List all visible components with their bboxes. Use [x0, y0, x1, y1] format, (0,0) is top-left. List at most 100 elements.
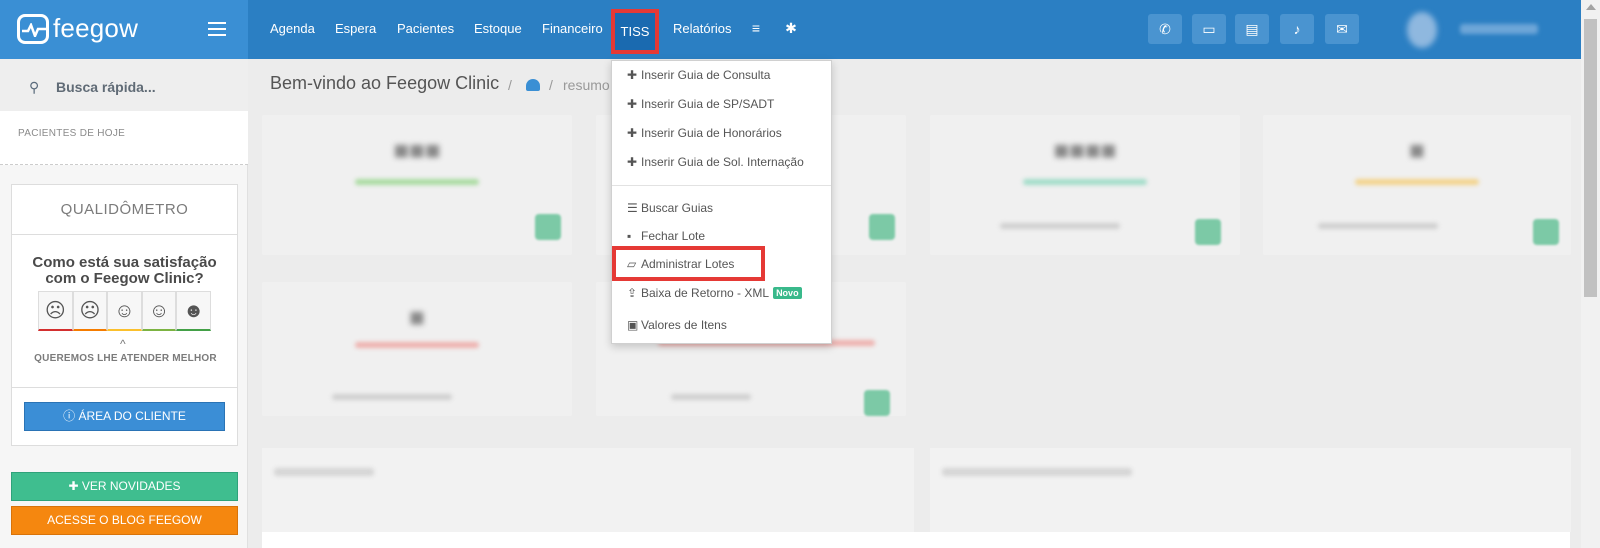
menu-item-inserir-internacao[interactable]: ✚ Inserir Guia de Sol. Internação	[627, 155, 804, 169]
bell-icon[interactable]: ♪	[1280, 14, 1314, 44]
nav-tiss-label: TISS	[620, 24, 650, 39]
menu-item-inserir-consulta[interactable]: ✚ Inserir Guia de Consulta	[627, 68, 770, 82]
quick-search[interactable]: ⚲ Busca rápida...	[0, 59, 248, 111]
nav-agenda[interactable]: Agenda	[270, 21, 315, 36]
face-sad-icon[interactable]: ☹	[72, 291, 108, 331]
stat-label-blurred	[1023, 179, 1147, 185]
stat-label-blurred	[1355, 179, 1479, 185]
panel-title-blurred	[274, 468, 374, 476]
upload-icon: ⇪	[627, 286, 638, 300]
gear-icon[interactable]: ✱	[783, 20, 799, 36]
satisfaction-question: Como está sua satisfação com o Feegow Cl…	[32, 254, 217, 287]
chat-icon[interactable]: ✉	[1325, 14, 1359, 44]
nav-financeiro[interactable]: Financeiro	[542, 21, 603, 36]
phone-icon[interactable]: ✆	[1148, 14, 1182, 44]
database-icon[interactable]: ≡	[748, 20, 764, 36]
menu-item-label: Baixa de Retorno - XML	[641, 286, 770, 300]
news-button-label: VER NOVIDADES	[81, 479, 181, 493]
scrollbar-thumb[interactable]	[1584, 19, 1597, 297]
satisfaction-faces: ☹ ☹ ☺ ☺ ☻	[38, 291, 211, 331]
search-input[interactable]: Busca rápida...	[56, 79, 156, 95]
plus-icon: ✚	[627, 155, 638, 169]
menu-item-fechar-lote[interactable]: ▪ Fechar Lote	[627, 229, 705, 243]
card-icon[interactable]: ▤	[1235, 14, 1269, 44]
inbox-icon[interactable]: ▭	[1192, 14, 1226, 44]
stat-label-blurred	[355, 179, 479, 185]
face-very-happy-icon[interactable]: ☻	[176, 291, 211, 331]
plus-icon: ✚	[68, 479, 82, 493]
stat-card: ■	[262, 282, 572, 416]
face-neutral-icon[interactable]: ☺	[107, 291, 142, 331]
chevron-up-icon[interactable]: ^	[120, 337, 126, 351]
face-happy-icon[interactable]: ☺	[141, 291, 177, 331]
qualidometro-title: QUALIDÔMETRO	[12, 185, 237, 235]
tiss-dropdown-menu: ✚ Inserir Guia de Consulta ✚ Inserir Guia …	[611, 60, 832, 344]
stat-value-blurred: ■	[1409, 135, 1425, 165]
menu-item-label: Inserir Guia de Consulta	[641, 68, 771, 82]
nav-tiss[interactable]: TISS	[611, 9, 659, 54]
today-patients-label: PACIENTES DE HOJE	[18, 128, 126, 139]
content-footer	[262, 532, 1570, 548]
stat-value-blurred: ■■■■	[1053, 135, 1117, 165]
stat-foot-blurred	[671, 394, 751, 400]
brand-name[interactable]: feegow	[53, 13, 138, 44]
blog-button-label: ACESSE O BLOG FEEGOW	[47, 513, 202, 527]
card-action-button[interactable]	[864, 390, 890, 416]
menu-item-administrar-lotes[interactable]: ▱ Administrar Lotes	[627, 257, 734, 271]
card-action-button[interactable]	[869, 214, 895, 240]
nav-relatorios[interactable]: Relatórios	[673, 21, 732, 36]
feedback-caption: QUEREMOS LHE ATENDER MELHOR	[34, 353, 217, 364]
menu-item-valores-itens[interactable]: ▣ Valores de Itens	[627, 318, 727, 332]
procedures-panel	[930, 448, 1571, 532]
card-action-button[interactable]	[1195, 219, 1221, 245]
menu-item-label: Inserir Guia de Honorários	[641, 126, 782, 140]
sidebar: ⚲ Busca rápida... PACIENTES DE HOJE QUAL…	[0, 59, 248, 548]
stat-card: ■■■■	[930, 115, 1240, 255]
divider	[12, 387, 237, 388]
nav-espera[interactable]: Espera	[335, 21, 376, 36]
breadcrumb-separator: /	[549, 77, 553, 93]
breadcrumb-separator: /	[508, 77, 512, 93]
breadcrumb-current[interactable]: resumo	[563, 77, 610, 93]
money-icon: ▣	[627, 318, 639, 332]
card-action-button[interactable]	[535, 214, 561, 240]
new-badge: Novo	[773, 287, 802, 299]
blog-button[interactable]: ACESSE O BLOG FEEGOW	[11, 506, 238, 535]
menu-item-inserir-spsadt[interactable]: ✚ Inserir Guia de SP/SADT	[627, 97, 774, 111]
menu-item-inserir-honorarios[interactable]: ✚ Inserir Guia de Honorários	[627, 126, 782, 140]
stat-card: ■	[1263, 115, 1571, 255]
list-icon: ☰	[627, 201, 638, 215]
menu-toggle-icon[interactable]	[208, 22, 226, 36]
today-patients-section: PACIENTES DE HOJE	[0, 111, 248, 165]
search-icon: ⚲	[29, 79, 40, 95]
face-very-sad-icon[interactable]: ☹	[38, 291, 73, 331]
stat-foot-blurred	[1318, 223, 1438, 229]
stat-foot-blurred	[1000, 223, 1120, 229]
client-area-button[interactable]: ⓘ ÁREA DO CLIENTE	[24, 402, 225, 431]
stat-label-blurred	[355, 342, 479, 348]
user-avatar[interactable]	[1407, 12, 1437, 48]
menu-item-label: Administrar Lotes	[641, 257, 735, 271]
dashboard-icon[interactable]	[526, 79, 540, 91]
feegow-logo-icon[interactable]	[17, 14, 49, 44]
menu-item-label: Inserir Guia de SP/SADT	[641, 97, 775, 111]
menu-item-buscar-guias[interactable]: ☰ Buscar Guias	[627, 201, 713, 215]
help-icon: ⓘ	[63, 409, 79, 423]
user-name-blurred[interactable]	[1460, 24, 1538, 34]
nav-pacientes[interactable]: Pacientes	[397, 21, 454, 36]
plus-icon: ✚	[627, 126, 638, 140]
client-area-button-label: ÁREA DO CLIENTE	[78, 409, 186, 423]
menu-item-baixa-retorno[interactable]: ⇪ Baixa de Retorno - XML Novo	[627, 286, 802, 300]
archive-icon: ▪	[627, 229, 632, 243]
brand-area: feegow	[0, 0, 248, 59]
folder-open-icon: ▱	[627, 257, 637, 271]
appointments-panel	[262, 448, 914, 532]
menu-divider	[612, 185, 831, 186]
card-action-button[interactable]	[1533, 219, 1559, 245]
nav-estoque[interactable]: Estoque	[474, 21, 522, 36]
news-button[interactable]: ✚ VER NOVIDADES	[11, 472, 238, 501]
scroll-up-icon[interactable]	[1586, 4, 1596, 10]
panel-title-blurred	[942, 468, 1132, 476]
stat-value-blurred: ■■■	[393, 135, 441, 165]
qualidometro-widget: QUALIDÔMETRO Como está sua satisfação co…	[11, 184, 238, 446]
